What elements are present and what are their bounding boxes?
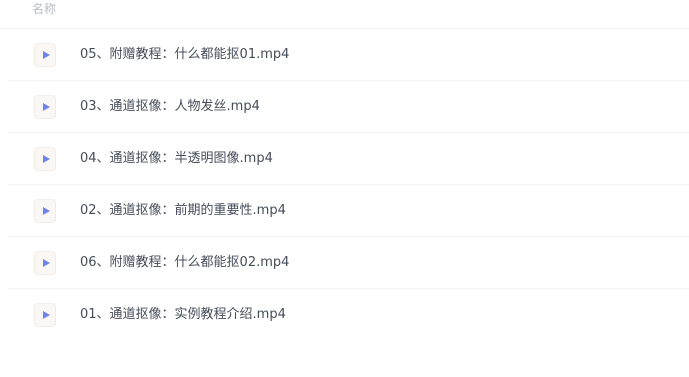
file-row[interactable]: 03、通道抠像：人物发丝.mp4 <box>8 81 689 133</box>
file-row[interactable]: 01、通道抠像：实例教程介绍.mp4 <box>8 289 689 341</box>
video-file-icon <box>34 43 56 67</box>
file-name[interactable]: 02、通道抠像：前期的重要性.mp4 <box>80 202 286 220</box>
column-name-label: 名称 <box>32 2 57 16</box>
video-file-icon <box>34 95 56 119</box>
file-name[interactable]: 05、附赠教程：什么都能抠01.mp4 <box>80 46 289 64</box>
file-list: 05、附赠教程：什么都能抠01.mp4 03、通道抠像：人物发丝.mp4 04、… <box>8 29 689 341</box>
file-row[interactable]: 05、附赠教程：什么都能抠01.mp4 <box>8 29 689 81</box>
video-file-icon <box>34 147 56 171</box>
video-file-icon <box>34 199 56 223</box>
file-row[interactable]: 04、通道抠像：半透明图像.mp4 <box>8 133 689 185</box>
video-file-icon <box>34 303 56 327</box>
file-row[interactable]: 02、通道抠像：前期的重要性.mp4 <box>8 185 689 237</box>
file-row[interactable]: 06、附赠教程：什么都能抠02.mp4 <box>8 237 689 289</box>
file-name[interactable]: 06、附赠教程：什么都能抠02.mp4 <box>80 254 289 272</box>
file-name[interactable]: 03、通道抠像：人物发丝.mp4 <box>80 98 260 116</box>
file-list-header: 名称 <box>0 0 689 29</box>
file-name[interactable]: 04、通道抠像：半透明图像.mp4 <box>80 150 273 168</box>
file-name[interactable]: 01、通道抠像：实例教程介绍.mp4 <box>80 306 286 324</box>
video-file-icon <box>34 251 56 275</box>
